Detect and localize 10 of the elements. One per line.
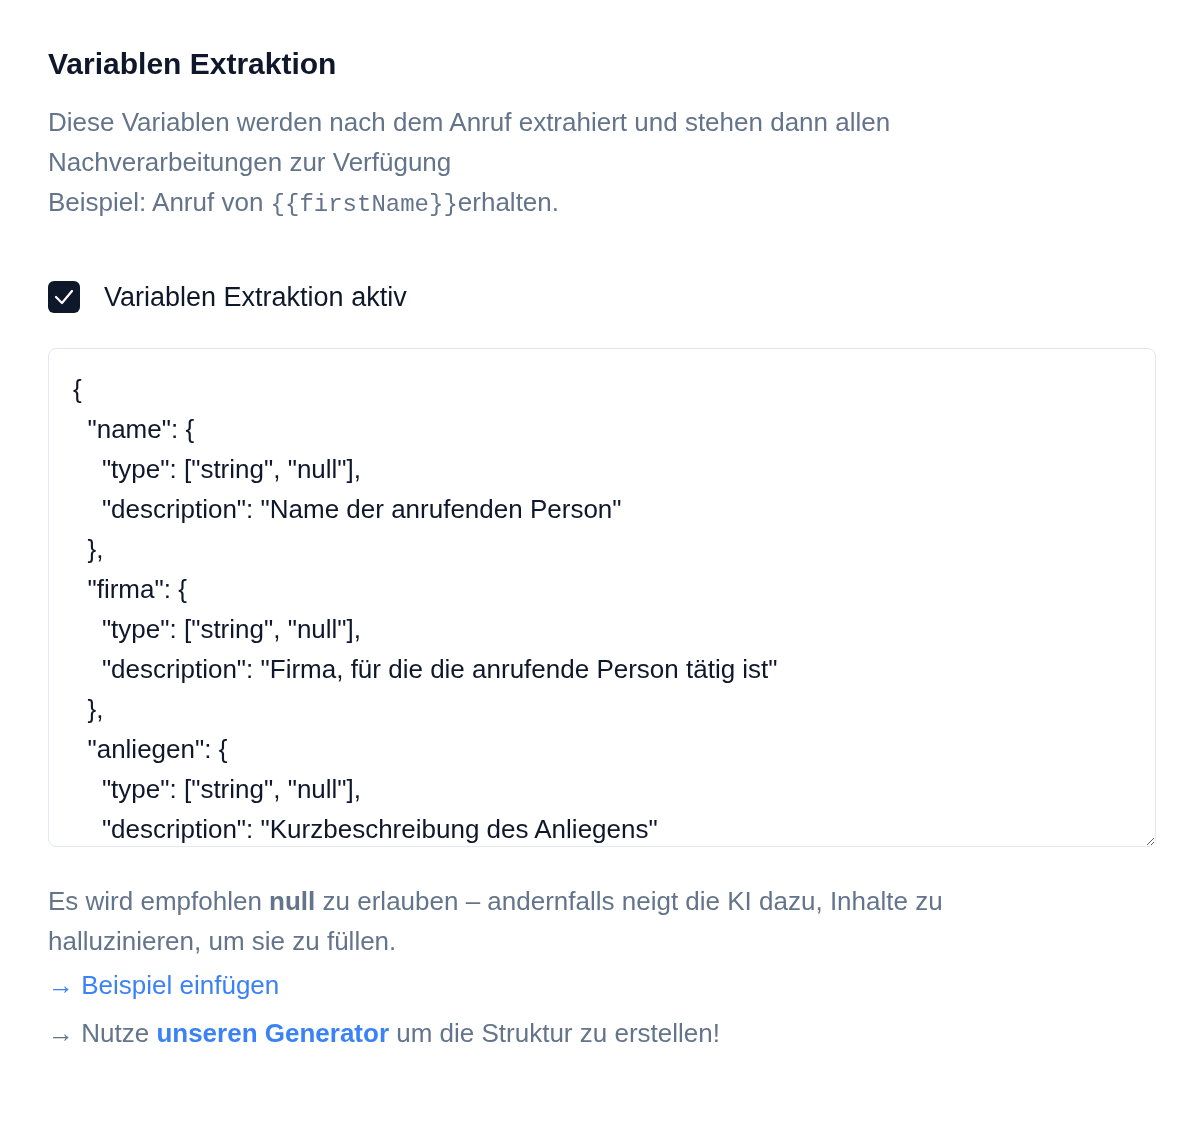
generator-link[interactable]: unseren Generator bbox=[156, 1017, 389, 1048]
schema-editor-field[interactable]: { "name": { "type": ["string", "null"], "description": "Name der anrufenden Person" }, "firma": { "type": ["string", "null"], "description": "Firma, für die die anrufende Person tätig ist" }, "anliegen": { "type": ["string", "null"], "description": "Kurzbeschreibung des Anliegens" bbox=[48, 347, 1156, 847]
checkbox-label: Variablen Extraktion aktiv bbox=[104, 281, 407, 314]
example-text: Beispiel: Anruf von {{firstName}}erhalten. bbox=[48, 186, 560, 220]
null-hint-text: Es wird empfohlen null zu erlauben – andernfalls neigt die KI dazu, Inhalte zu halluzinieren, um sie zu füllen. bbox=[48, 884, 944, 958]
checkbox[interactable] bbox=[48, 281, 80, 314]
generator-hint-text: → Nutze unseren Generator um die Struktur zu erstellen! bbox=[48, 1016, 721, 1050]
section-title: Variablen Extraktion bbox=[48, 46, 338, 82]
checkmark-icon bbox=[54, 289, 74, 306]
insert-example-link[interactable]: → Beispiel einfügen bbox=[48, 964, 280, 1005]
